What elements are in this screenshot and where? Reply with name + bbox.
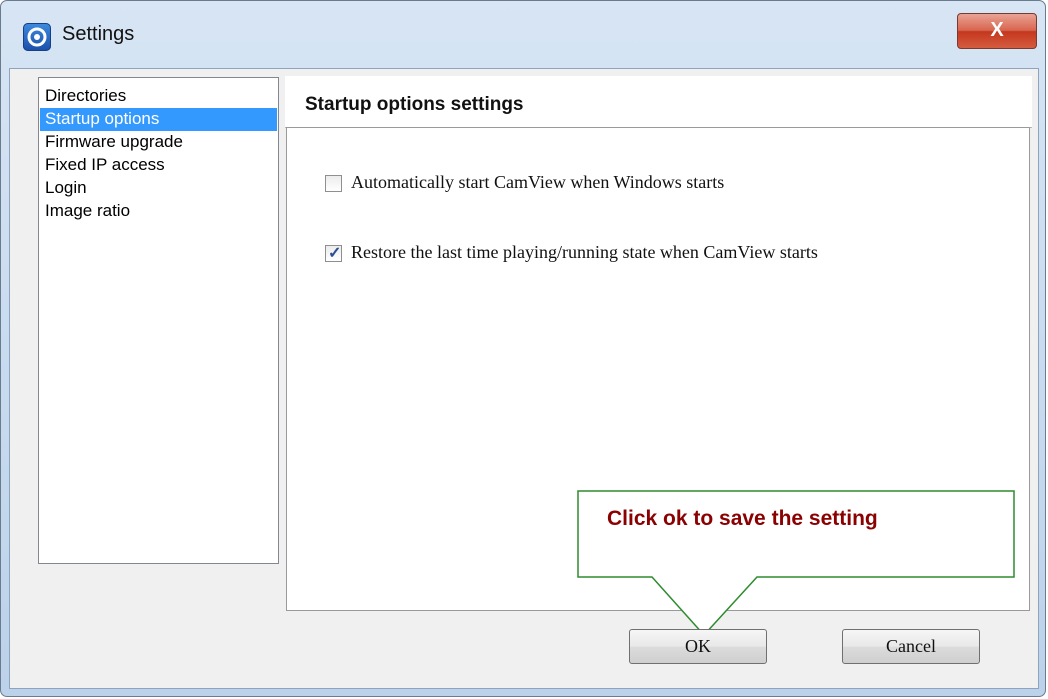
nav-item-directories[interactable]: Directories xyxy=(40,85,277,108)
checkmark-icon: ✓ xyxy=(328,245,342,262)
restore-state-checkbox[interactable]: ✓ xyxy=(325,245,342,262)
nav-item-fixed-ip-access[interactable]: Fixed IP access xyxy=(40,154,277,177)
close-button[interactable]: X xyxy=(957,13,1037,49)
settings-window: Settings X Directories Startup options F… xyxy=(0,0,1046,697)
nav-item-firmware-upgrade[interactable]: Firmware upgrade xyxy=(40,131,277,154)
restore-state-label: Restore the last time playing/running st… xyxy=(351,242,818,262)
auto-start-label: Automatically start CamView when Windows… xyxy=(351,172,725,192)
panel-title: Startup options settings xyxy=(305,94,524,115)
panel-header: Startup options settings xyxy=(285,76,1032,128)
nav-item-login[interactable]: Login xyxy=(40,177,277,200)
window-title: Settings xyxy=(62,23,135,45)
client-area: Directories Startup options Firmware upg… xyxy=(9,68,1039,689)
ok-button[interactable]: OK xyxy=(629,629,767,664)
close-icon: X xyxy=(990,19,1004,41)
callout-text: Click ok to save the setting xyxy=(607,507,878,530)
nav-item-startup-options[interactable]: Startup options xyxy=(40,108,277,131)
title-bar[interactable]: Settings X xyxy=(1,1,1045,69)
callout-annotation: Click ok to save the setting xyxy=(577,490,1015,645)
settings-category-list[interactable]: Directories Startup options Firmware upg… xyxy=(38,77,279,564)
nav-item-image-ratio[interactable]: Image ratio xyxy=(40,200,277,223)
camview-app-icon xyxy=(23,23,51,51)
cancel-button[interactable]: Cancel xyxy=(842,629,980,664)
auto-start-checkbox[interactable] xyxy=(325,175,342,192)
